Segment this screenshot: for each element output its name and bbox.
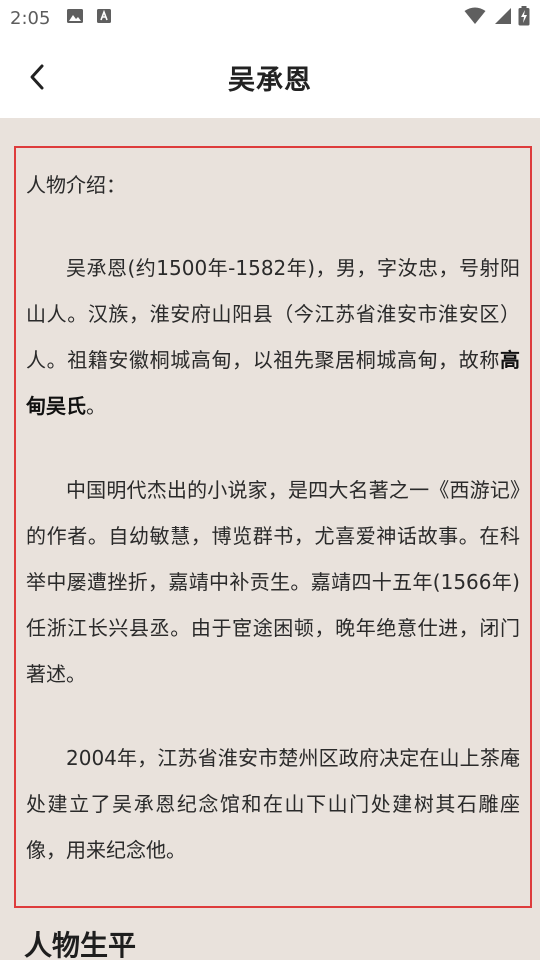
- status-right: [464, 6, 530, 30]
- back-button[interactable]: [22, 62, 52, 92]
- para1-text: 吴承恩(约1500年-1582年)，男，字汝忠，号射阳山人。汉族，淮安府山阳县（…: [26, 256, 520, 372]
- wifi-icon: [464, 7, 486, 29]
- back-arrow-icon: [30, 64, 44, 90]
- status-bar: 2:05: [0, 0, 540, 36]
- para1-end: 。: [86, 394, 106, 418]
- intro-card: 人物介绍： 吴承恩(约1500年-1582年)，男，字汝忠，号射阳山人。汉族，淮…: [14, 146, 532, 908]
- intro-paragraph-3: 2004年，江苏省淮安市楚州区政府决定在山上茶庵处建立了吴承恩纪念馆和在山下山门…: [26, 746, 520, 862]
- intro-paragraph-1: 吴承恩(约1500年-1582年)，男，字汝忠，号射阳山人。汉族，淮安府山阳县（…: [26, 245, 520, 429]
- intro-heading: 人物介绍：: [26, 173, 126, 197]
- section-heading-biography: 人物生平: [24, 929, 137, 960]
- image-icon: [66, 7, 84, 29]
- page-title: 吴承恩: [228, 64, 312, 96]
- screen: 2:05 吴承恩 人物介绍： 吴承恩(约1500年-1582年)，男，字汝忠，号…: [0, 0, 540, 960]
- app-header: 吴承恩: [0, 36, 540, 118]
- battery-charging-icon: [518, 6, 530, 30]
- status-time: 2:05: [10, 7, 51, 29]
- signal-icon: [492, 7, 512, 29]
- intro-paragraph-2: 中国明代杰出的小说家，是四大名著之一《西游记》的作者。自幼敏慧，博览群书，尤喜爱…: [26, 478, 520, 686]
- font-download-icon: [96, 8, 112, 28]
